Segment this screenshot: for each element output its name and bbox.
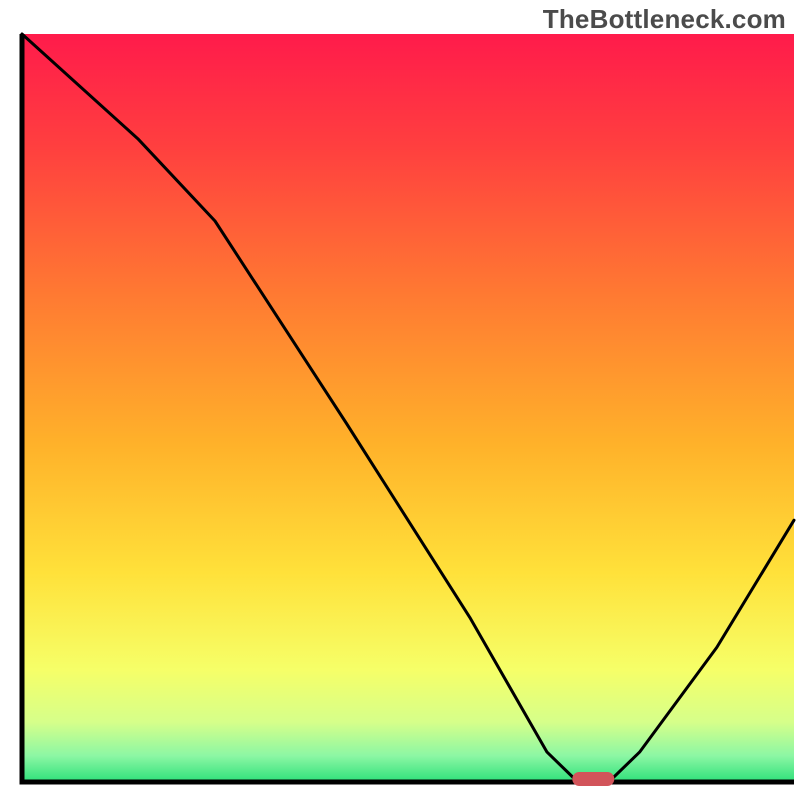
optimal-marker: [572, 772, 614, 786]
watermark-text: TheBottleneck.com: [543, 4, 786, 35]
chart-svg: [0, 0, 800, 800]
bottleneck-chart: TheBottleneck.com: [0, 0, 800, 800]
gradient-background: [22, 34, 794, 782]
